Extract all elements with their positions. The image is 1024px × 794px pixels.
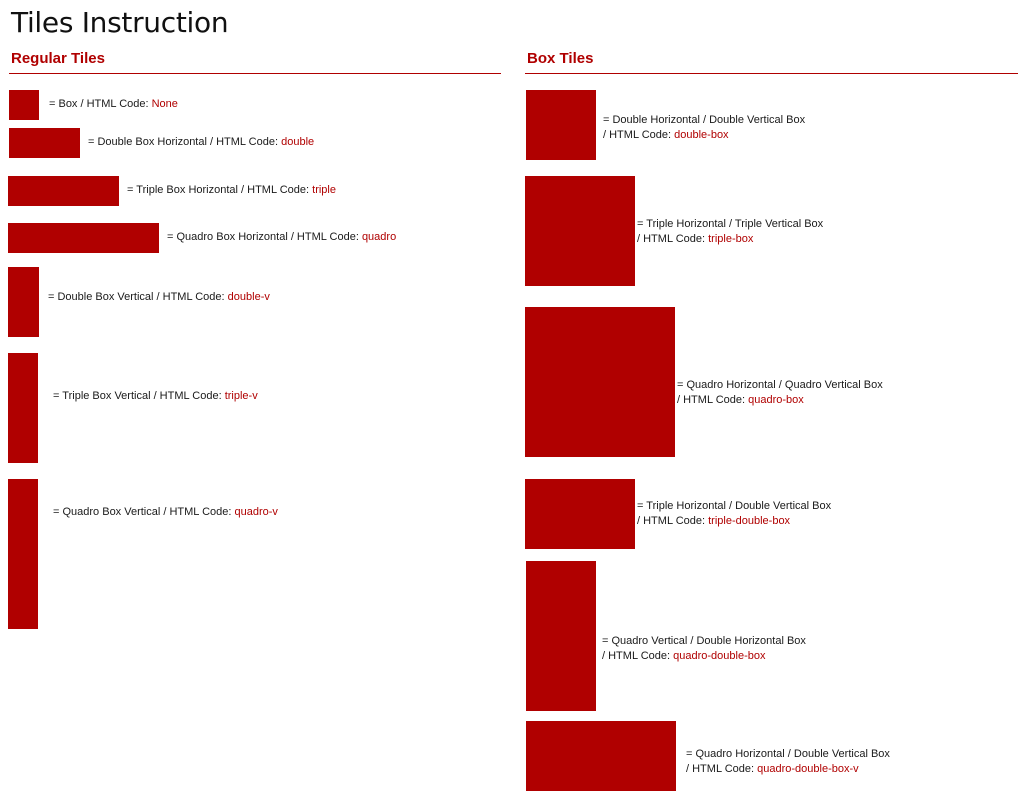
tile-label: = Double Horizontal / Double Vertical Bo… <box>603 114 806 126</box>
tile-triple-double-box-description: = Triple Horizontal / Double Vertical Bo… <box>637 499 831 529</box>
tile-label: = Quadro Horizontal / Quadro Vertical Bo… <box>677 379 883 391</box>
tile-label: = Box / HTML Code: <box>49 98 152 110</box>
tile-label: = Double Box Vertical / HTML Code: <box>48 291 228 303</box>
tile-double-box-sample <box>526 90 596 160</box>
tile-quadro-box-description: = Quadro Horizontal / Quadro Vertical Bo… <box>677 378 883 408</box>
tile-quadro-box-sample <box>525 307 675 457</box>
tile-label: = Triple Box Horizontal / HTML Code: <box>127 184 313 196</box>
tile-double-v-sample <box>8 267 39 337</box>
tile-quadro-double-box-v-description: = Quadro Horizontal / Double Vertical Bo… <box>686 747 890 777</box>
code-prefix: / HTML Code: <box>602 650 674 662</box>
tile-code-line: / HTML Code: quadro-double-box-v <box>686 762 890 777</box>
code-prefix: / HTML Code: <box>637 515 709 527</box>
tile-quadro-double-box-description: = Quadro Vertical / Double Horizontal Bo… <box>602 634 806 664</box>
tile-label: = Triple Box Vertical / HTML Code: <box>53 390 225 402</box>
tile-label: = Quadro Horizontal / Double Vertical Bo… <box>686 748 890 760</box>
tile-triple-box-description: = Triple Horizontal / Triple Vertical Bo… <box>637 217 823 247</box>
tile-quadro-v-sample <box>8 479 38 629</box>
tile-code-line: / HTML Code: double-box <box>603 128 805 143</box>
tile-quadro-v-description: = Quadro Box Vertical / HTML Code: quadr… <box>53 505 278 520</box>
tile-label: = Triple Horizontal / Triple Vertical Bo… <box>637 218 824 230</box>
html-code: double-v <box>227 291 270 303</box>
tile-quadro-description: = Quadro Box Horizontal / HTML Code: qua… <box>167 230 396 245</box>
box-tiles-heading: Box Tiles <box>527 50 594 67</box>
html-code: double-box <box>674 129 729 141</box>
code-prefix: / HTML Code: <box>686 763 758 775</box>
tile-label: = Double Box Horizontal / HTML Code: <box>88 136 282 148</box>
tile-code-line: / HTML Code: quadro-box <box>677 393 883 408</box>
tile-triple-description: = Triple Box Horizontal / HTML Code: tri… <box>127 183 336 198</box>
tile-double-description: = Double Box Horizontal / HTML Code: dou… <box>88 135 314 150</box>
regular-tiles-divider <box>9 73 501 74</box>
tile-triple-box-sample <box>525 176 635 286</box>
tile-code-line: / HTML Code: triple-box <box>637 232 823 247</box>
tile-double-sample <box>9 128 80 158</box>
tile-box-description: = Box / HTML Code: None <box>49 97 178 112</box>
code-prefix: / HTML Code: <box>603 129 675 141</box>
regular-tiles-heading: Regular Tiles <box>11 50 105 67</box>
tile-label: = Quadro Box Horizontal / HTML Code: <box>167 231 362 243</box>
tile-code-line: / HTML Code: triple-double-box <box>637 514 831 529</box>
html-code: quadro-box <box>748 394 804 406</box>
html-code: quadro <box>361 231 397 243</box>
html-code: quadro-double-box <box>673 650 766 662</box>
tile-label: = Triple Horizontal / Double Vertical Bo… <box>637 500 832 512</box>
tile-triple-double-box-sample <box>525 479 635 549</box>
box-tiles-divider <box>525 73 1018 74</box>
tile-quadro-sample <box>8 223 159 253</box>
tile-double-v-description: = Double Box Vertical / HTML Code: doubl… <box>48 290 270 305</box>
tile-quadro-double-box-v-sample <box>526 721 676 791</box>
code-prefix: / HTML Code: <box>677 394 749 406</box>
page-title: Tiles Instruction <box>11 6 229 39</box>
code-prefix: / HTML Code: <box>637 233 709 245</box>
html-code: triple <box>312 184 336 196</box>
html-code: None <box>151 98 178 110</box>
html-code: double <box>281 136 315 148</box>
tile-double-box-description: = Double Horizontal / Double Vertical Bo… <box>603 113 805 143</box>
tile-quadro-double-box-sample <box>526 561 596 711</box>
html-code: quadro-double-box-v <box>757 763 859 775</box>
html-code: triple-double-box <box>708 515 791 527</box>
tile-box-sample <box>9 90 39 120</box>
tile-label: = Quadro Box Vertical / HTML Code: <box>53 506 235 518</box>
tile-code-line: / HTML Code: quadro-double-box <box>602 649 806 664</box>
html-code: quadro-v <box>234 506 278 518</box>
html-code: triple-v <box>224 390 258 402</box>
tile-label: = Quadro Vertical / Double Horizontal Bo… <box>602 635 806 647</box>
tile-triple-v-description: = Triple Box Vertical / HTML Code: tripl… <box>53 389 258 404</box>
tile-triple-v-sample <box>8 353 38 463</box>
tile-triple-sample <box>8 176 119 206</box>
html-code: triple-box <box>708 233 754 245</box>
